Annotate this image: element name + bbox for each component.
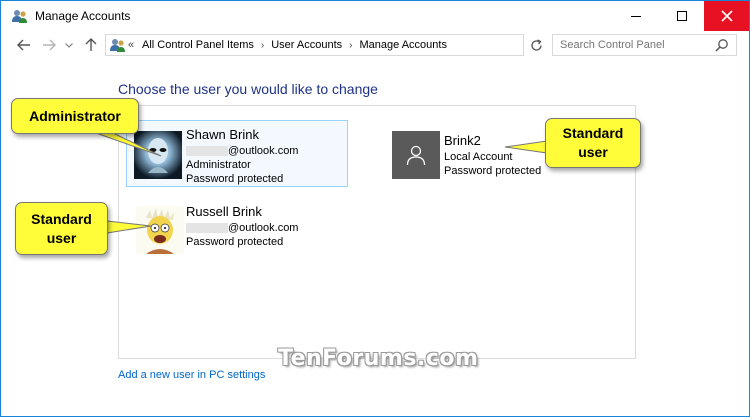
callout-text-line1: Standard bbox=[562, 125, 624, 141]
account-status: Password protected bbox=[186, 173, 284, 185]
account-name: Brink2 bbox=[444, 133, 481, 148]
chevron-down-icon bbox=[65, 42, 73, 48]
callout-administrator: Administrator bbox=[11, 98, 139, 134]
search-icon[interactable] bbox=[715, 38, 729, 52]
account-email: @outlook.com bbox=[186, 144, 298, 158]
avatar bbox=[134, 131, 182, 179]
up-button[interactable] bbox=[81, 35, 101, 55]
window-title: Manage Accounts bbox=[35, 9, 131, 23]
breadcrumb: All Control Panel Items › User Accounts … bbox=[142, 39, 447, 51]
avatar bbox=[136, 206, 184, 254]
minimize-button[interactable] bbox=[613, 1, 659, 31]
close-button[interactable] bbox=[704, 1, 749, 31]
breadcrumb-separator-icon[interactable]: › bbox=[261, 40, 264, 51]
maximize-button[interactable] bbox=[659, 1, 705, 31]
callout-standard-user-right: Standard user bbox=[545, 118, 641, 168]
account-email: @outlook.com bbox=[186, 221, 298, 235]
account-email-suffix: @outlook.com bbox=[228, 222, 299, 234]
page-heading: Choose the user you would like to change bbox=[118, 81, 378, 97]
back-button[interactable] bbox=[14, 35, 34, 55]
watermark: TenForums.com bbox=[278, 346, 479, 371]
account-tile-russell-brink[interactable]: Russell Brink @outlook.com Password prot… bbox=[131, 199, 353, 269]
maximize-icon bbox=[677, 11, 687, 21]
search-box[interactable] bbox=[552, 34, 737, 56]
breadcrumb-all-control-panel-items[interactable]: All Control Panel Items bbox=[142, 39, 254, 51]
account-role: Administrator bbox=[186, 159, 251, 171]
account-name: Russell Brink bbox=[186, 204, 262, 219]
person-icon bbox=[406, 145, 426, 166]
breadcrumb-overflow[interactable]: « bbox=[128, 39, 134, 51]
account-status: Password protected bbox=[186, 236, 284, 248]
avatar bbox=[392, 131, 440, 179]
refresh-icon bbox=[530, 38, 542, 51]
account-type: Local Account bbox=[444, 151, 513, 163]
account-email-suffix: @outlook.com bbox=[228, 145, 299, 157]
recent-locations-button[interactable] bbox=[63, 35, 75, 55]
breadcrumb-user-accounts[interactable]: User Accounts bbox=[271, 39, 342, 51]
account-details: Russell Brink @outlook.com Password prot… bbox=[186, 204, 298, 249]
arrow-right-icon bbox=[43, 39, 56, 51]
callout-standard-user-left: Standard user bbox=[15, 202, 108, 255]
account-name: Shawn Brink bbox=[186, 127, 259, 142]
users-control-panel-icon bbox=[12, 10, 27, 23]
arrow-up-icon bbox=[85, 38, 97, 51]
callout-text-line1: Standard bbox=[31, 210, 92, 227]
callout-text-line2: user bbox=[46, 229, 77, 246]
arrow-left-icon bbox=[17, 39, 30, 51]
redacted-email-prefix bbox=[186, 223, 228, 234]
users-control-panel-icon bbox=[110, 39, 125, 52]
close-icon bbox=[721, 10, 733, 22]
title-bar: Manage Accounts bbox=[1, 1, 749, 31]
account-details: Brink2 Local Account Password protected bbox=[444, 133, 541, 178]
account-tile-shawn-brink[interactable]: Shawn Brink @outlook.com Administrator P… bbox=[126, 120, 348, 187]
manage-accounts-window: Manage Accounts « All Control Panel Item… bbox=[0, 0, 750, 417]
breadcrumb-separator-icon[interactable]: › bbox=[349, 40, 352, 51]
callout-text-line2: user bbox=[578, 144, 608, 160]
forward-button[interactable] bbox=[39, 35, 59, 55]
redacted-email-prefix bbox=[186, 146, 228, 157]
callout-text: Administrator bbox=[29, 107, 121, 124]
address-bar[interactable]: « All Control Panel Items › User Account… bbox=[105, 34, 615, 56]
minimize-icon bbox=[631, 15, 641, 17]
breadcrumb-manage-accounts[interactable]: Manage Accounts bbox=[360, 39, 447, 51]
search-input[interactable] bbox=[553, 35, 713, 55]
navigation-bar: « All Control Panel Items › User Account… bbox=[1, 31, 749, 59]
account-status: Password protected bbox=[444, 165, 542, 177]
account-details: Shawn Brink @outlook.com Administrator P… bbox=[186, 127, 298, 186]
add-new-user-link[interactable]: Add a new user in PC settings bbox=[118, 369, 265, 381]
refresh-button[interactable] bbox=[526, 35, 546, 55]
